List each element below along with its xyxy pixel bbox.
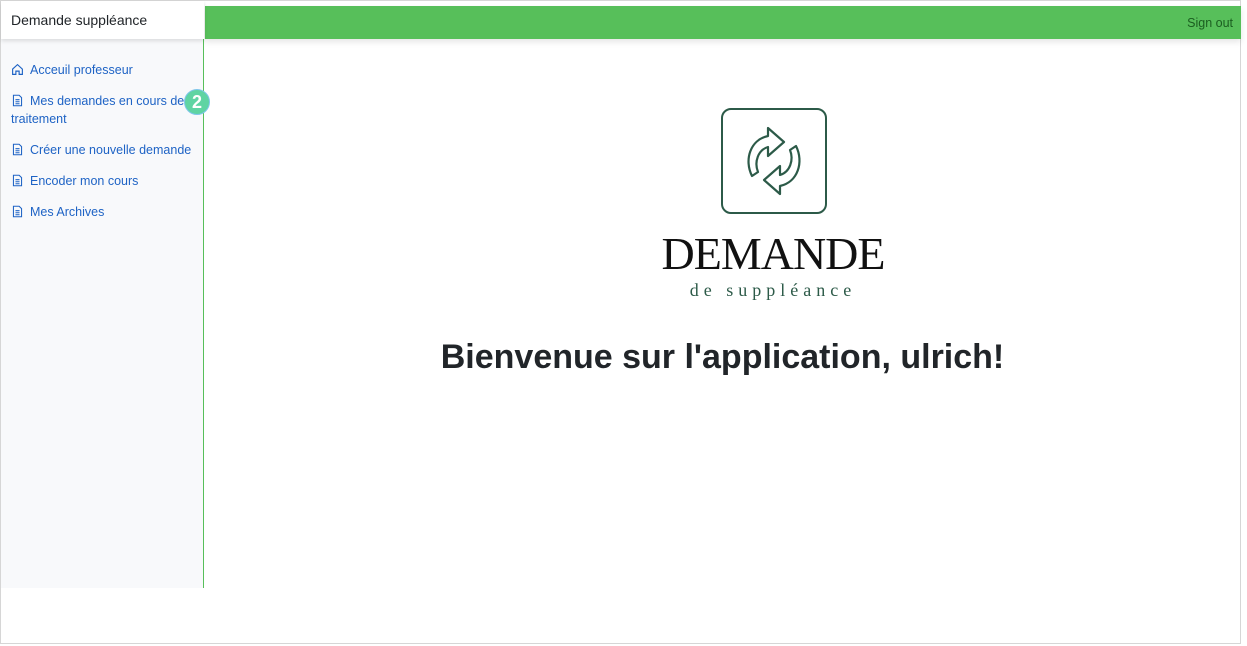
- sidebar-item-nouvelle-demande[interactable]: Créer une nouvelle demande: [1, 139, 203, 170]
- sidebar-item-demandes-en-cours[interactable]: Mes demandes en cours de traitement: [1, 90, 203, 139]
- sidebar-item-archives[interactable]: Mes Archives: [1, 201, 203, 232]
- sidebar: Acceuil professeur Mes demandes en cours…: [1, 39, 204, 588]
- sidebar-item-accueil[interactable]: Acceuil professeur: [1, 59, 203, 90]
- sidebar-item-encoder-cours[interactable]: Encoder mon cours: [1, 170, 203, 201]
- main-content: DEMANDE de suppléance Bienvenue sur l'ap…: [205, 40, 1240, 640]
- sidebar-item-label: Mes demandes en cours de traitement: [11, 94, 185, 126]
- brand-label: Demande suppléance: [11, 12, 148, 28]
- top-navbar: Sign out: [205, 6, 1241, 39]
- welcome-heading: Bienvenue sur l'application, ulrich!: [440, 338, 1005, 376]
- sidebar-item-label: Mes Archives: [30, 205, 105, 219]
- logo-subtitle: de suppléance: [689, 280, 857, 300]
- sidebar-item-label: Encoder mon cours: [30, 174, 139, 188]
- document-icon: [12, 94, 23, 107]
- document-icon: [12, 143, 23, 156]
- document-icon: [12, 205, 23, 218]
- app-logo: DEMANDE de suppléance: [658, 106, 888, 306]
- logo-word: DEMANDE: [661, 228, 886, 279]
- sign-out-link[interactable]: Sign out: [1187, 16, 1233, 30]
- sidebar-item-label: Créer une nouvelle demande: [30, 143, 192, 157]
- document-icon: [12, 174, 23, 187]
- app-brand[interactable]: Demande suppléance: [1, 1, 204, 39]
- home-icon: [12, 63, 23, 75]
- refresh-arrows-icon: [747, 126, 801, 196]
- logo-frame: [721, 108, 827, 214]
- step-badge: 2: [184, 89, 210, 115]
- sidebar-item-label: Acceuil professeur: [30, 63, 133, 77]
